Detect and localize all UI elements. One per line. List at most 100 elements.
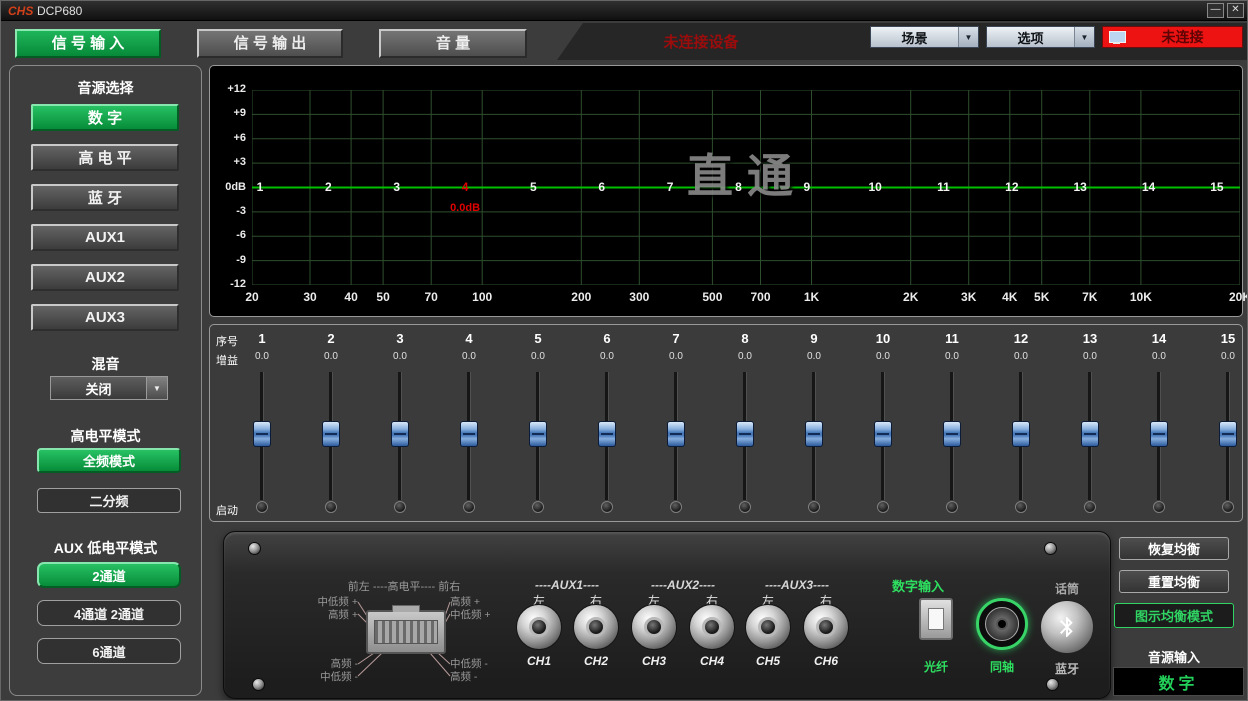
- source-button-aux3[interactable]: AUX3: [31, 304, 179, 331]
- sidebar: 音源选择 数 字高 电 平蓝 牙AUX1AUX2AUX3 混音 关闭 ▼ 高电平…: [9, 65, 202, 696]
- minimize-button[interactable]: —: [1207, 3, 1224, 18]
- channel-enable-knob[interactable]: [1222, 501, 1234, 513]
- rca-jack-label: CH6: [803, 654, 849, 668]
- fader-handle[interactable]: [1012, 421, 1030, 447]
- selected-band-gain: 0.0dB: [443, 202, 487, 214]
- rca-jack-ch1: [516, 604, 562, 650]
- fader-channel-6: 60.0: [587, 325, 627, 523]
- rca-jack-label: CH5: [745, 654, 791, 668]
- fader-handle[interactable]: [598, 421, 616, 447]
- channel-enable-knob[interactable]: [463, 501, 475, 513]
- chevron-down-icon: ▼: [1074, 27, 1094, 47]
- source-button-digital[interactable]: 数 字: [31, 104, 179, 131]
- eq-band-14[interactable]: 14: [1140, 180, 1158, 194]
- tab-signal-output[interactable]: 信 号 输 出: [197, 29, 343, 58]
- connection-indicator[interactable]: 未连接: [1102, 26, 1243, 48]
- channel-enable-knob[interactable]: [532, 501, 544, 513]
- channel-enable-knob[interactable]: [739, 501, 751, 513]
- chevron-down-icon[interactable]: ▼: [146, 376, 168, 400]
- eq-band-13[interactable]: 13: [1071, 180, 1089, 194]
- channel-enable-knob[interactable]: [1084, 501, 1096, 513]
- fader-handle[interactable]: [1081, 421, 1099, 447]
- eq-band-15[interactable]: 15: [1208, 180, 1226, 194]
- channel-enable-knob[interactable]: [877, 501, 889, 513]
- eq-band-10[interactable]: 10: [866, 180, 884, 194]
- fader-handle[interactable]: [1219, 421, 1237, 447]
- eq-band-3[interactable]: 3: [388, 180, 406, 194]
- fader-handle[interactable]: [322, 421, 340, 447]
- harness-connector-pins: [374, 620, 438, 644]
- source-button-high-level[interactable]: 高 电 平: [31, 144, 179, 171]
- channel-enable-knob[interactable]: [601, 501, 613, 513]
- eq-x-label: 7K: [1070, 290, 1110, 304]
- channel-gain: 0.0: [1070, 351, 1110, 362]
- source-button-aux1[interactable]: AUX1: [31, 224, 179, 251]
- eq-band-7[interactable]: 7: [661, 180, 679, 194]
- eq-band-4[interactable]: 4: [456, 180, 474, 194]
- fader-channel-13: 130.0: [1070, 325, 1110, 523]
- channel-enable-knob[interactable]: [394, 501, 406, 513]
- channel-enable-knob[interactable]: [325, 501, 337, 513]
- eq-band-8[interactable]: 8: [729, 180, 747, 194]
- fader-handle[interactable]: [736, 421, 754, 447]
- channel-enable-knob[interactable]: [670, 501, 682, 513]
- eq-band-6[interactable]: 6: [593, 180, 611, 194]
- fader-handle[interactable]: [667, 421, 685, 447]
- graphic-eq-mode-button[interactable]: 图示均衡模式: [1114, 603, 1234, 628]
- fader-channel-9: 90.0: [794, 325, 834, 523]
- restore-eq-button[interactable]: 恢复均衡: [1119, 537, 1229, 560]
- fader-handle[interactable]: [529, 421, 547, 447]
- channel-enable-knob[interactable]: [256, 501, 268, 513]
- eq-plot-area[interactable]: 直通 12340.0dB56789101112131415: [252, 90, 1240, 285]
- aux-mode-2ch[interactable]: 2通道: [37, 562, 181, 588]
- eq-band-1[interactable]: 1: [251, 180, 269, 194]
- eq-band-9[interactable]: 9: [798, 180, 816, 194]
- source-button-bluetooth[interactable]: 蓝 牙: [31, 184, 179, 211]
- options-dropdown[interactable]: 选项 ▼: [986, 26, 1095, 48]
- rca-jack-ch4: [689, 604, 735, 650]
- eq-band-12[interactable]: 12: [1003, 180, 1021, 194]
- fader-handle[interactable]: [874, 421, 892, 447]
- tab-volume[interactable]: 音 量: [379, 29, 527, 58]
- fader-handle[interactable]: [943, 421, 961, 447]
- fader-handle[interactable]: [1150, 421, 1168, 447]
- channel-enable-knob[interactable]: [1015, 501, 1027, 513]
- fader-handle[interactable]: [460, 421, 478, 447]
- channel-enable-knob[interactable]: [946, 501, 958, 513]
- fader-handle[interactable]: [253, 421, 271, 447]
- aux1-header: ----AUX1----: [517, 578, 617, 592]
- fader-handle[interactable]: [391, 421, 409, 447]
- fader-channel-14: 140.0: [1139, 325, 1179, 523]
- mix-dropdown[interactable]: 关闭 ▼: [50, 376, 168, 400]
- rca-jack-center: [586, 617, 606, 637]
- channel-index: 10: [863, 331, 903, 346]
- eq-band-11[interactable]: 11: [935, 180, 953, 194]
- fader-handle[interactable]: [805, 421, 823, 447]
- eq-x-label: 20K: [1220, 290, 1248, 304]
- channel-enable-knob[interactable]: [808, 501, 820, 513]
- mix-dropdown-value: 关闭: [50, 376, 146, 400]
- tab-signal-input[interactable]: 信 号 输 入: [15, 29, 161, 58]
- reset-eq-button[interactable]: 重置均衡: [1119, 570, 1229, 593]
- screw-icon: [248, 542, 261, 555]
- aux-mode-4ch-2ch[interactable]: 4通道 2通道: [37, 600, 181, 626]
- highlevel-mode-full-range[interactable]: 全频模式: [37, 448, 181, 473]
- aux-mode-6ch[interactable]: 6通道: [37, 638, 181, 664]
- optical-inner: [928, 608, 944, 630]
- rca-jack-ch5: [745, 604, 791, 650]
- eq-x-label: 70: [411, 290, 451, 304]
- highlevel-mode-two-way[interactable]: 二分频: [37, 488, 181, 513]
- channel-index: 15: [1208, 331, 1248, 346]
- eq-band-2[interactable]: 2: [319, 180, 337, 194]
- scene-dropdown[interactable]: 场景 ▼: [870, 26, 979, 48]
- channel-enable-knob[interactable]: [1153, 501, 1165, 513]
- source-button-aux2[interactable]: AUX2: [31, 264, 179, 291]
- eq-band-5[interactable]: 5: [524, 180, 542, 194]
- window-title: DCP680: [37, 4, 82, 18]
- fader-channel-1: 10.0: [242, 325, 282, 523]
- channel-gain: 0.0: [1139, 351, 1179, 362]
- eq-x-label: 3K: [949, 290, 989, 304]
- channel-index: 7: [656, 331, 696, 346]
- close-button[interactable]: ✕: [1227, 3, 1244, 18]
- channel-gain: 0.0: [380, 351, 420, 362]
